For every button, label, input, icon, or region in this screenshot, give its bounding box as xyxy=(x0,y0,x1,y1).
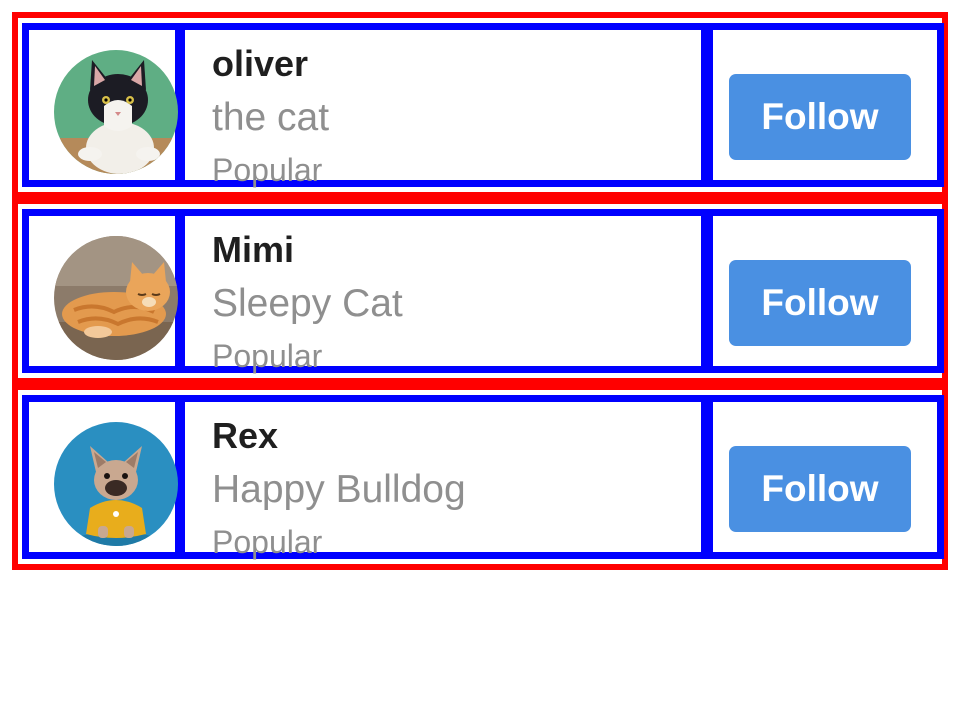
info-cell: oliver the cat Popular xyxy=(178,23,708,188)
info-cell: Rex Happy Bulldog Popular xyxy=(178,395,708,560)
profile-row: Mimi Sleepy Cat Popular Follow xyxy=(12,198,948,384)
avatar-cell xyxy=(22,209,182,373)
profile-tag: Popular xyxy=(212,338,323,374)
follow-button[interactable]: Follow xyxy=(729,260,911,346)
dog-photo-icon xyxy=(54,422,178,546)
profile-subtitle: Sleepy Cat xyxy=(212,282,403,325)
profile-name[interactable]: oliver xyxy=(212,43,308,85)
avatar xyxy=(54,422,178,546)
profile-list: oliver the cat Popular Follow Mimi Sleep… xyxy=(12,12,948,570)
info-cell: Mimi Sleepy Cat Popular xyxy=(178,209,708,374)
profile-tag: Popular xyxy=(212,524,323,560)
action-cell: Follow xyxy=(706,209,944,373)
cat-photo-icon xyxy=(54,50,178,174)
follow-button[interactable]: Follow xyxy=(729,74,911,160)
profile-tag: Popular xyxy=(212,152,323,188)
action-cell: Follow xyxy=(706,23,944,187)
action-cell: Follow xyxy=(706,395,944,559)
follow-button[interactable]: Follow xyxy=(729,446,911,532)
profile-row: oliver the cat Popular Follow xyxy=(12,12,948,198)
avatar-cell xyxy=(22,23,182,187)
avatar-cell xyxy=(22,395,182,559)
cat-photo-icon xyxy=(54,236,178,360)
avatar xyxy=(54,236,178,360)
profile-row: Rex Happy Bulldog Popular Follow xyxy=(12,384,948,570)
profile-subtitle: Happy Bulldog xyxy=(212,468,466,511)
profile-name[interactable]: Rex xyxy=(212,415,278,457)
avatar xyxy=(54,50,178,174)
profile-subtitle: the cat xyxy=(212,96,330,139)
profile-name[interactable]: Mimi xyxy=(212,229,294,271)
